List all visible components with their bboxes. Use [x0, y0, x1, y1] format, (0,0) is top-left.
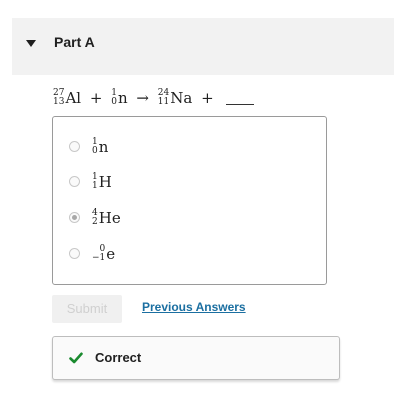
feedback-box: Correct [52, 336, 340, 380]
part-title: Part A [54, 34, 95, 50]
part-a-header[interactable]: Part A [12, 18, 394, 75]
caret-down-icon[interactable] [26, 40, 36, 47]
reactant-aluminum: 27 13 Al [53, 88, 82, 108]
answer-blank [226, 92, 255, 105]
plus-sign: + [201, 89, 214, 107]
product-sodium: 24 11 Na [157, 88, 193, 108]
choice-label: 10n [92, 136, 109, 156]
choice-electron[interactable]: 0 −1 e [69, 242, 115, 264]
choice-label: 4 2 He [92, 207, 121, 227]
radio-button[interactable] [69, 175, 80, 187]
choice-neutron[interactable]: 10n [69, 135, 108, 157]
feedback-status: Correct [95, 350, 142, 365]
previous-answers-link[interactable]: Previous Answers [142, 300, 246, 314]
arrow-icon: → [136, 89, 149, 107]
reaction-equation: 27 13 Al + 10n → 24 11 Na + [53, 85, 255, 110]
choice-label: 11H [92, 171, 112, 191]
submit-button[interactable]: Submit [52, 295, 122, 323]
answer-choices: 10n 11H 4 2 He 0 −1 e [52, 116, 327, 285]
plus-sign: + [89, 89, 103, 107]
choice-alpha[interactable]: 4 2 He [69, 206, 121, 228]
choice-proton[interactable]: 11H [69, 170, 112, 192]
radio-button[interactable] [69, 247, 80, 259]
radio-button[interactable] [69, 140, 80, 152]
radio-button-selected[interactable] [69, 211, 80, 223]
reactant-neutron: 10n [111, 88, 128, 108]
choice-label: 0 −1 e [92, 243, 116, 263]
checkmark-icon [69, 352, 83, 364]
